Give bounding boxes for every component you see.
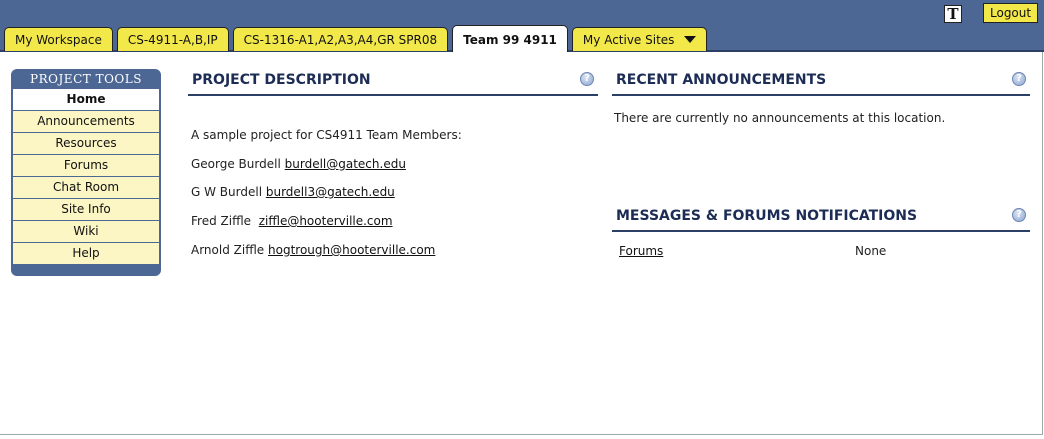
project-tools-menu: PROJECT TOOLS Home Announcements Resourc… (11, 69, 161, 276)
project-tools-title: PROJECT TOOLS (30, 72, 142, 86)
member-row: G W Burdell burdell3@gatech.edu (191, 185, 395, 199)
tool-item-resources[interactable]: Resources (13, 133, 159, 154)
tool-item-chat-room[interactable]: Chat Room (13, 177, 159, 198)
caret-down-icon (684, 36, 697, 43)
notification-row-value: None (855, 244, 887, 258)
project-intro-text: A sample project for CS4911 Team Members… (191, 128, 462, 142)
member-row: Arnold Ziffle hogtrough@hooterville.com (191, 243, 435, 257)
top-navigation-bar: My Workspace CS-4911-A,B,IP CS-1316-A1,A… (0, 0, 1044, 52)
help-icon[interactable]: ? (580, 72, 594, 86)
tool-item-help[interactable]: Help (13, 243, 159, 264)
member-name: G W Burdell (191, 185, 263, 199)
tool-item-wiki[interactable]: Wiki (13, 221, 159, 242)
notifications-title: MESSAGES & FORUMS NOTIFICATIONS (616, 208, 918, 224)
help-icon[interactable]: ? (1012, 72, 1026, 86)
member-row: Fred Ziffle ziffle@hooterville.com (191, 214, 393, 228)
logout-button[interactable]: Logout (983, 3, 1039, 23)
tool-item-announcements[interactable]: Announcements (13, 111, 159, 132)
member-email-link[interactable]: hogtrough@hooterville.com (268, 243, 435, 257)
tab-my-active-sites[interactable]: My Active Sites (571, 27, 708, 51)
tab-team-99-4911[interactable]: Team 99 4911 (452, 25, 568, 52)
project-description-title: PROJECT DESCRIPTION (192, 72, 371, 88)
recent-announcements-header: RECENT ANNOUNCEMENTS ? (612, 70, 1030, 96)
announcements-empty-text: There are currently no announcements at … (614, 111, 946, 125)
tab-my-active-sites-label: My Active Sites (582, 33, 675, 47)
member-email-link[interactable]: ziffle@hooterville.com (259, 214, 393, 228)
project-tools-list: Home Announcements Resources Forums Chat… (13, 89, 159, 264)
member-name: Arnold Ziffle (191, 243, 265, 257)
tab-my-workspace[interactable]: My Workspace (4, 27, 113, 51)
notifications-header: MESSAGES & FORUMS NOTIFICATIONS ? (612, 206, 1030, 232)
tab-cs-1316[interactable]: CS-1316-A1,A2,A3,A4,GR SPR08 (232, 27, 449, 51)
tool-item-forums[interactable]: Forums (13, 155, 159, 176)
member-row: George Burdell burdell@gatech.edu (191, 157, 406, 171)
tool-item-home[interactable]: Home (13, 89, 159, 110)
tab-cs-4911[interactable]: CS-4911-A,B,IP (116, 27, 229, 51)
member-email-link[interactable]: burdell@gatech.edu (285, 157, 406, 171)
help-icon[interactable]: ? (1012, 208, 1026, 222)
notification-row-label: Forums (619, 244, 663, 258)
member-email-link[interactable]: burdell3@gatech.edu (266, 185, 395, 199)
site-tabs: My Workspace CS-4911-A,B,IP CS-1316-A1,A… (4, 25, 711, 53)
member-name: George Burdell (191, 157, 281, 171)
recent-announcements-title: RECENT ANNOUNCEMENTS (616, 72, 827, 88)
text-size-icon[interactable]: T (944, 5, 962, 23)
forums-link[interactable]: Forums (619, 244, 663, 258)
tool-item-site-info[interactable]: Site Info (13, 199, 159, 220)
member-name: Fred Ziffle (191, 214, 255, 228)
project-description-header: PROJECT DESCRIPTION ? (188, 70, 598, 96)
